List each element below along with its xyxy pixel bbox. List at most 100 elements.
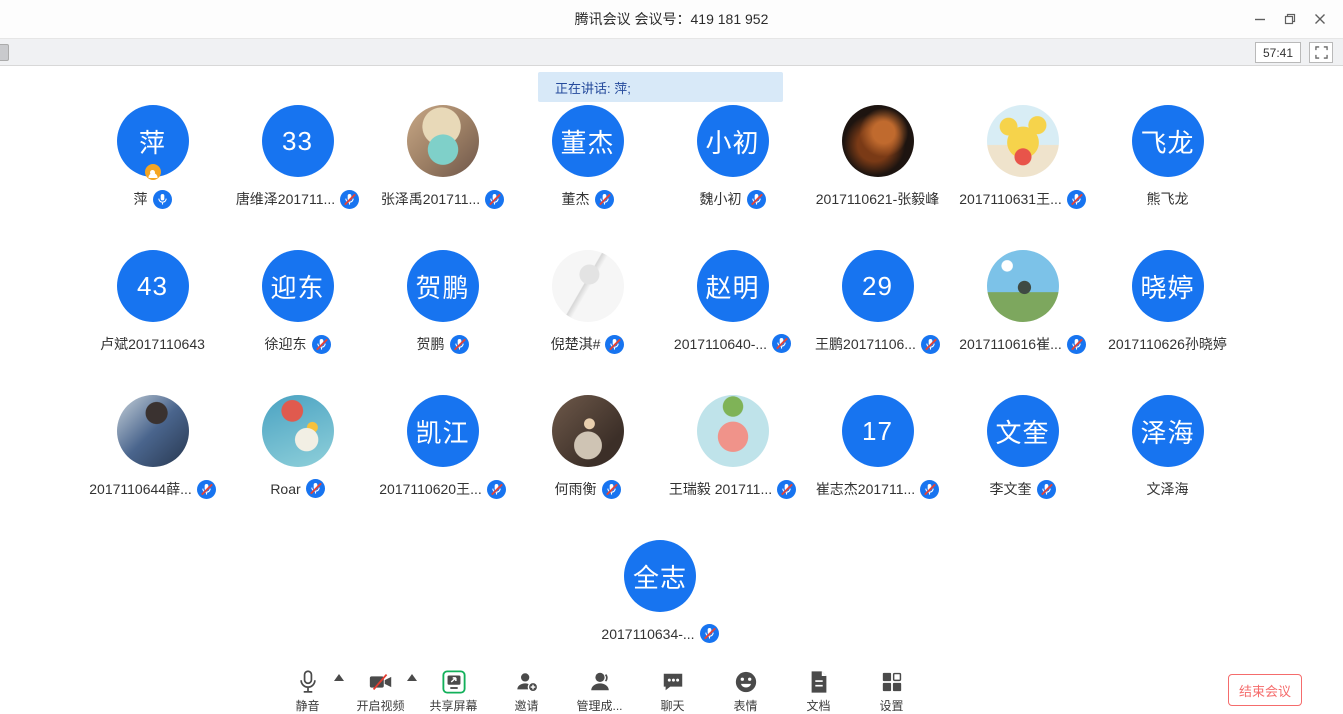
toolbar-item-invite[interactable]: 邀请 (490, 664, 563, 714)
participant-name-row: 唐维泽201711... (236, 189, 359, 209)
window-title: 腾讯会议 会议号：419 181 952 (575, 9, 769, 29)
toolbar-item-document[interactable]: 文档 (782, 664, 855, 714)
mic-muted-icon (487, 480, 506, 499)
avatar: 33 (262, 105, 334, 177)
participant-tile[interactable]: 2017110631王... (950, 105, 1095, 250)
participant-tile[interactable]: 33 唐维泽201711... (225, 105, 370, 250)
avatar-initials: 小初 (705, 123, 759, 160)
avatar: 萍 (117, 105, 189, 177)
participant-tile[interactable]: 泽海 文泽海 (1095, 395, 1240, 540)
participant-tile[interactable]: 2017110621-张毅峰 (805, 105, 950, 250)
participant-tile[interactable]: 17 崔志杰201711... (805, 395, 950, 540)
avatar: 贺鹏 (407, 250, 479, 322)
mic-muted-icon (197, 480, 216, 499)
toolbar-item-settings[interactable]: 设置 (855, 664, 928, 714)
participant-tile[interactable]: 萍 萍 (80, 105, 225, 250)
chat-icon (660, 670, 686, 694)
toolbar-item-label: 文档 (806, 697, 830, 714)
topbar-right: 57:41 (1255, 42, 1333, 63)
mic-muted-icon (450, 335, 469, 354)
participant-tile[interactable]: 43 卢斌2017110643 (80, 250, 225, 395)
title-bar: 腾讯会议 会议号：419 181 952 (0, 0, 1343, 38)
avatar-photo-ponyo (262, 395, 334, 467)
participant-tile[interactable]: 何雨衡 (515, 395, 660, 540)
fullscreen-button[interactable] (1309, 42, 1333, 63)
toolbar-item-emoji[interactable]: 表情 (709, 664, 782, 714)
participant-name: 卢斌2017110643 (100, 334, 205, 354)
participant-tile[interactable]: 董杰 董杰 (515, 105, 660, 250)
toolbar-items: 静音 开启视频 共享屏幕 邀请 管理成... 聊天 (271, 664, 928, 714)
avatar-photo-denim-woman (117, 395, 189, 467)
mic-muted-icon (1037, 480, 1056, 499)
participant-name: 萍 (134, 189, 148, 209)
speaking-banner: 正在讲话: 萍; (538, 72, 783, 102)
toolbar-item-label: 邀请 (514, 697, 538, 714)
participant-name-row: 贺鹏 (417, 334, 469, 354)
avatar: 17 (842, 395, 914, 467)
participant-name: Roar (270, 481, 300, 497)
toolbar-item-share-screen[interactable]: 共享屏幕 (417, 664, 490, 714)
participant-name: 崔志杰201711... (816, 479, 915, 499)
bottom-toolbar: 静音 开启视频 共享屏幕 邀请 管理成... 聊天 (0, 664, 1343, 714)
participant-name: 2017110616崔... (959, 334, 1062, 354)
avatar-initials: 赵明 (705, 268, 759, 305)
mic-muted-icon (777, 480, 796, 499)
toolbar-item-camera-off[interactable]: 开启视频 (344, 664, 417, 714)
participant-tile[interactable]: 文奎 李文奎 (950, 395, 1095, 540)
participant-tile[interactable]: 飞龙 熊飞龙 (1095, 105, 1240, 250)
participant-name-row: 董杰 (562, 189, 614, 209)
mic-muted-icon (595, 190, 614, 209)
participant-tile[interactable]: 王瑞毅 201711... (660, 395, 805, 540)
participant-tile[interactable]: 29 王鹏20171106... (805, 250, 950, 395)
avatar-initials: 董杰 (560, 123, 614, 160)
mic-muted-icon (1067, 190, 1086, 209)
participant-name: 唐维泽201711... (236, 189, 335, 209)
participant-tile[interactable]: 凯江 2017110620王... (370, 395, 515, 540)
participant-name: 2017110631王... (959, 189, 1062, 209)
participant-tile[interactable]: 倪楚淇# (515, 250, 660, 395)
toolbar-item-label: 共享屏幕 (429, 697, 477, 714)
participant-tile[interactable]: 贺鹏 贺鹏 (370, 250, 515, 395)
avatar-initials: 泽海 (1140, 413, 1194, 450)
participant-name-row: 2017110640-... (674, 334, 791, 353)
restore-button[interactable] (1275, 4, 1305, 34)
avatar-initials: 贺鹏 (415, 268, 469, 305)
participant-tile[interactable]: Roar (225, 395, 370, 540)
participant-tile[interactable]: 2017110644薛... (80, 395, 225, 540)
participant-tile[interactable]: 2017110616崔... (950, 250, 1095, 395)
toolbar-item-microphone[interactable]: 静音 (271, 664, 344, 714)
participant-tile[interactable]: 张泽禹201711... (370, 105, 515, 250)
minimize-button[interactable] (1245, 4, 1275, 34)
avatar-photo-anime-sketch (552, 250, 624, 322)
mic-muted-icon (306, 479, 325, 498)
avatar-photo-dark-fire (842, 105, 914, 177)
members-icon (587, 670, 613, 694)
mic-muted-icon (772, 334, 791, 353)
restore-icon (1284, 13, 1296, 25)
toolbar-item-chat[interactable]: 聊天 (636, 664, 709, 714)
avatar: 飞龙 (1132, 105, 1204, 177)
participant-name-row: 2017110644薛... (89, 479, 216, 499)
invite-icon (514, 670, 540, 694)
settings-icon (879, 670, 905, 694)
toolbar-item-label: 管理成... (576, 697, 622, 714)
participant-name-row: 2017110634-... (601, 624, 718, 643)
mic-muted-icon (747, 190, 766, 209)
participant-tile[interactable]: 晓婷 2017110626孙晓婷 (1095, 250, 1240, 395)
participant-tile[interactable]: 迎东 徐迎东 (225, 250, 370, 395)
network-status-icon (0, 44, 9, 61)
participant-name: 倪楚淇# (551, 334, 601, 354)
participant-name-row: 张泽禹201711... (381, 189, 504, 209)
participant-name-row: 王瑞毅 201711... (669, 479, 796, 499)
toolbar-item-members[interactable]: 管理成... (563, 664, 636, 714)
close-button[interactable] (1305, 4, 1335, 34)
participant-tile[interactable]: 赵明 2017110640-... (660, 250, 805, 395)
avatar: 43 (117, 250, 189, 322)
end-meeting-button[interactable]: 结束会议 (1228, 674, 1302, 706)
meeting-window: 腾讯会议 会议号：419 181 952 57:41 (0, 0, 1343, 714)
caret-up-icon[interactable] (334, 674, 344, 681)
mic-muted-icon (312, 335, 331, 354)
caret-up-icon[interactable] (407, 674, 417, 681)
participant-name-row: 熊飞龙 (1147, 189, 1189, 209)
participant-tile[interactable]: 小初 魏小初 (660, 105, 805, 250)
